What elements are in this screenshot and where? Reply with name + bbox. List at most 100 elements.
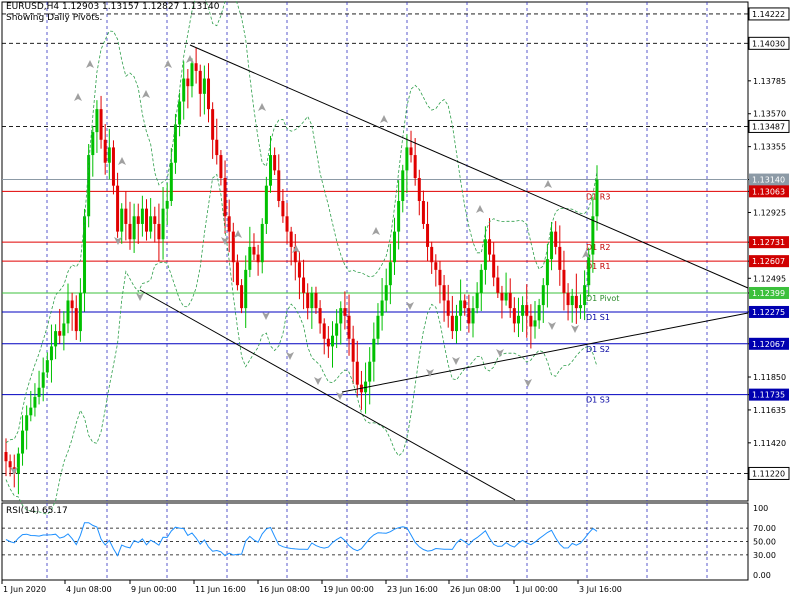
x-tick-label: 3 Jul 16:00 <box>579 585 622 594</box>
y-tick-label: 1.12495 <box>753 274 786 283</box>
candle-body <box>326 338 330 347</box>
rsi-tick-label: 70.00 <box>753 524 776 533</box>
candle-body <box>190 63 194 87</box>
y-tick-label: 1.11635 <box>753 406 786 415</box>
candle-body <box>219 155 223 179</box>
pivot-label: D1 R2 <box>586 243 610 252</box>
candle-body <box>116 185 120 232</box>
x-tick-label: 26 Jun 08:00 <box>450 585 501 594</box>
rsi-label: RSI(14) 65.17 <box>6 506 68 516</box>
candle-body <box>128 223 132 240</box>
candle-body <box>434 262 438 270</box>
x-tick-label: 1 Jun 2020 <box>3 585 46 594</box>
candle-body <box>107 147 111 163</box>
price-tag-label: 1.11220 <box>752 469 785 478</box>
candle-body <box>417 178 421 201</box>
y-tick-label: 1.11420 <box>753 439 786 448</box>
candle-body <box>66 300 70 324</box>
price-tag-label: 1.13140 <box>752 176 785 185</box>
candle-body <box>240 285 244 309</box>
candle-body <box>62 323 66 336</box>
price-chart[interactable]: 1 Jun 2020 4 Jun 08:00 9 Jun 00:00 11 Jun 1… <box>0 0 800 600</box>
candle-body <box>8 461 12 468</box>
candle-body <box>566 292 570 306</box>
x-tick-label: 19 Jun 00:00 <box>323 585 374 594</box>
candle-body <box>49 346 53 361</box>
candle-body <box>169 162 173 201</box>
candle-body <box>58 331 62 336</box>
x-tick-label: 23 Jun 16:00 <box>387 585 438 594</box>
pivot-label: D1 S1 <box>586 313 610 322</box>
candle-body <box>16 453 20 474</box>
candle-body <box>446 300 450 316</box>
candle-body <box>529 315 533 327</box>
candle-body <box>318 308 322 324</box>
pivots-note-label: Showing Daily Pivots. <box>6 13 103 23</box>
candle-body <box>136 216 140 224</box>
candle-body <box>521 305 525 316</box>
candle-body <box>351 338 355 362</box>
candle-body <box>285 216 289 232</box>
price-tag-label: 1.14222 <box>752 10 785 19</box>
candle-body <box>277 170 281 201</box>
candle-body <box>562 269 566 293</box>
candle-body <box>459 300 463 316</box>
x-tick-label: 1 Jul 00:00 <box>515 585 558 594</box>
candle-body <box>471 308 475 324</box>
candle-body <box>541 285 545 306</box>
candle-body <box>479 269 483 293</box>
candle-body <box>335 323 339 336</box>
candle-body <box>194 63 198 71</box>
candle-body <box>202 78 206 94</box>
price-tag-label: 1.12399 <box>752 289 785 298</box>
candle-body <box>550 231 554 260</box>
rsi-tick-label: 30.00 <box>753 551 776 560</box>
candle-body <box>595 179 599 217</box>
price-tag-label: 1.12731 <box>752 238 785 247</box>
candle-body <box>252 246 256 255</box>
candle-body <box>500 292 504 301</box>
price-tag-label: 1.14030 <box>752 39 785 48</box>
candle-body <box>289 231 293 247</box>
candle-body <box>516 315 520 324</box>
candle-body <box>463 300 467 309</box>
candle-body <box>330 335 334 347</box>
candle-body <box>111 147 115 186</box>
candle-body <box>165 200 169 209</box>
candle-body <box>591 216 595 255</box>
candle-body <box>483 239 487 270</box>
candle-body <box>223 178 227 217</box>
candle-body <box>41 372 45 388</box>
candle-body <box>380 300 384 316</box>
candle-body <box>207 78 211 110</box>
candle-body <box>264 185 268 224</box>
candle-body <box>269 155 273 186</box>
candle-body <box>368 361 372 382</box>
candle-body <box>343 308 347 316</box>
candle-body <box>488 239 492 255</box>
candle-body <box>37 387 41 397</box>
rsi-tick-label: 100 <box>753 504 768 513</box>
candle-body <box>99 109 103 140</box>
candle-body <box>4 452 8 462</box>
candle-body <box>215 139 219 156</box>
candle-body <box>372 338 376 362</box>
candle-body <box>91 132 95 156</box>
price-tag-label: 1.11735 <box>752 391 785 400</box>
candle-body <box>384 285 388 301</box>
candle-body <box>54 331 58 347</box>
rsi-tick-label: 0.00 <box>753 571 771 580</box>
pivot-label: D1 S3 <box>586 396 610 405</box>
candle-body <box>426 223 430 247</box>
candle-body <box>587 254 591 286</box>
candle-body <box>413 155 417 179</box>
candle-body <box>512 308 516 324</box>
candle-body <box>231 231 235 263</box>
y-tick-label: 1.11850 <box>753 373 786 382</box>
candle-body <box>70 300 74 309</box>
candle-body <box>545 259 549 286</box>
candle-body <box>525 305 529 316</box>
candle-body <box>578 305 582 309</box>
candle-body <box>145 208 149 232</box>
candle-body <box>302 277 306 293</box>
